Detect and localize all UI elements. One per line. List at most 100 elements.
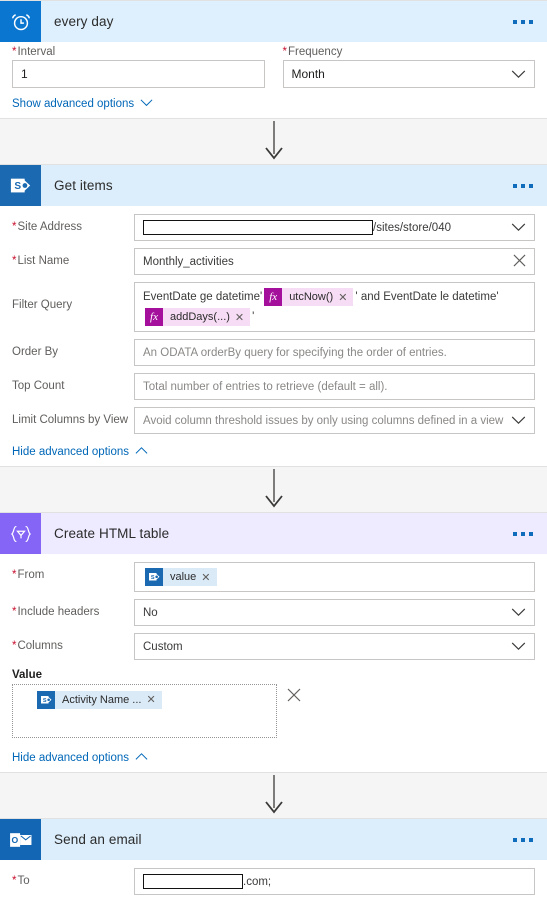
site-address-suffix: /sites/store/040 — [373, 221, 451, 234]
advanced-options-label: Hide advanced options — [12, 752, 129, 764]
filter-query-label: Filter Query — [12, 299, 73, 311]
connector-arrow — [0, 773, 547, 818]
step-title: Create HTML table — [54, 526, 170, 541]
list-name-label: List Name — [12, 248, 134, 268]
create-html-table-fields: From S value ✕ — [0, 554, 547, 748]
function-token-adddays[interactable]: fx addDays(...) ✕ — [145, 308, 251, 326]
columns-row: Columns Custom — [12, 633, 535, 660]
remove-value-icon[interactable] — [287, 684, 301, 707]
chevron-up-icon — [135, 752, 148, 764]
sharepoint-icon: S — [37, 690, 55, 709]
frequency-value: Month — [291, 67, 325, 81]
step-header-send-an-email[interactable]: O Send an email — [0, 819, 547, 860]
list-name-row: List Name Monthly_activities — [12, 248, 535, 275]
top-count-label: Top Count — [12, 380, 65, 392]
site-address-row: Site Address /sites/store/040 — [12, 214, 535, 241]
hide-advanced-options-link[interactable]: Hide advanced options — [0, 444, 547, 466]
data-operation-icon — [0, 513, 41, 554]
chevron-up-icon — [135, 446, 148, 458]
token-label: utcNow() — [289, 291, 334, 303]
order-by-row: Order By An ODATA orderBy query for spec… — [12, 339, 535, 366]
limit-columns-select[interactable]: Avoid column threshold issues by only us… — [134, 407, 535, 434]
flow-designer-canvas: every day Interval 1 Frequency Month — [0, 0, 547, 898]
frequency-select[interactable]: Month — [282, 60, 535, 88]
token-label: Activity Name ... — [62, 693, 142, 706]
step-title: every day — [54, 14, 114, 29]
filter-query-input[interactable]: EventDate ge datetime' fx utcNow() ✕ ' an… — [134, 282, 535, 332]
from-row: From S value ✕ — [12, 562, 535, 592]
chevron-down-icon[interactable] — [505, 416, 526, 425]
chevron-down-icon[interactable] — [505, 69, 526, 79]
connector-arrow — [0, 119, 547, 164]
connector-arrow — [0, 467, 547, 512]
close-icon[interactable]: ✕ — [146, 693, 155, 706]
close-icon[interactable]: ✕ — [338, 291, 347, 304]
function-token-utcnow[interactable]: fx utcNow() ✕ — [264, 288, 354, 306]
limit-columns-label: Limit Columns by View — [12, 414, 129, 426]
sharepoint-icon: S — [0, 165, 41, 206]
value-list-empty-row[interactable] — [17, 711, 272, 734]
sharepoint-icon: S — [145, 568, 163, 586]
advanced-options-label: Hide advanced options — [12, 446, 129, 458]
close-icon[interactable]: ✕ — [235, 311, 244, 324]
flow-step-send-an-email: O Send an email To .com; Subject Here ar… — [0, 818, 547, 898]
list-name-input[interactable]: Monthly_activities — [134, 248, 535, 275]
filter-part-text-2: ' and EventDate le datetime' — [355, 291, 499, 303]
svg-text:S: S — [42, 697, 46, 703]
ellipsis-menu[interactable] — [513, 531, 533, 536]
to-input[interactable]: .com; — [134, 868, 535, 895]
get-items-fields: Site Address /sites/store/040 List Name … — [0, 206, 547, 444]
flow-step-create-html-table: Create HTML table From S — [0, 512, 547, 773]
include-headers-value: No — [143, 606, 158, 619]
ellipsis-menu[interactable] — [513, 183, 533, 188]
frequency-group: Frequency Month — [282, 46, 536, 88]
send-an-email-fields: To .com; Subject Here are the monthly ac… — [0, 860, 547, 898]
site-address-input[interactable]: /sites/store/040 — [134, 214, 535, 241]
order-by-label: Order By — [12, 346, 59, 358]
close-icon[interactable] — [507, 254, 526, 270]
close-icon[interactable]: ✕ — [201, 571, 210, 584]
value-list-label: Value — [12, 669, 43, 681]
chevron-down-icon[interactable] — [505, 608, 526, 617]
chevron-down-icon[interactable] — [505, 223, 526, 232]
include-headers-row: Include headers No — [12, 599, 535, 626]
frequency-label: Frequency — [283, 46, 536, 58]
value-list-group: Value S Activity Name ... ✕ — [12, 667, 535, 738]
chevron-down-icon[interactable] — [505, 642, 526, 651]
dynamic-token-activity-name[interactable]: S Activity Name ... ✕ — [37, 690, 162, 709]
step-title: Get items — [54, 178, 113, 193]
value-list-item: S Activity Name ... ✕ — [17, 688, 272, 711]
step-header-trigger[interactable]: every day — [0, 1, 547, 42]
chevron-down-icon — [140, 98, 153, 110]
top-count-row: Top Count Total number of entries to ret… — [12, 373, 535, 400]
redacted-value — [143, 874, 243, 889]
step-header-create-html-table[interactable]: Create HTML table — [0, 513, 547, 554]
site-address-label: Site Address — [12, 214, 134, 234]
from-input[interactable]: S value ✕ — [134, 562, 535, 592]
to-suffix: .com; — [243, 875, 272, 888]
include-headers-select[interactable]: No — [134, 599, 535, 626]
token-label: value — [170, 571, 197, 583]
flow-step-get-items: S Get items Site Address /sites/store/04… — [0, 164, 547, 467]
top-count-input[interactable]: Total number of entries to retrieve (def… — [134, 373, 535, 400]
value-list-box[interactable]: S Activity Name ... ✕ — [12, 684, 277, 738]
show-advanced-options-link[interactable]: Show advanced options — [0, 90, 547, 118]
interval-input[interactable]: 1 — [12, 60, 265, 88]
ellipsis-menu[interactable] — [513, 837, 533, 842]
limit-columns-row: Limit Columns by View Avoid column thres… — [12, 407, 535, 434]
fx-icon: fx — [264, 288, 283, 306]
interval-group: Interval 1 — [12, 46, 265, 88]
columns-select[interactable]: Custom — [134, 633, 535, 660]
hide-advanced-options-link[interactable]: Hide advanced options — [0, 748, 547, 772]
redacted-value — [143, 220, 373, 235]
step-title: Send an email — [54, 832, 142, 847]
order-by-input[interactable]: An ODATA orderBy query for specifying th… — [134, 339, 535, 366]
to-label: To — [12, 868, 134, 888]
order-by-placeholder: An ODATA orderBy query for specifying th… — [143, 346, 447, 359]
dynamic-token-value[interactable]: S value ✕ — [145, 568, 217, 586]
token-label: addDays(...) — [170, 311, 230, 323]
flow-step-trigger: every day Interval 1 Frequency Month — [0, 0, 547, 119]
step-header-get-items[interactable]: S Get items — [0, 165, 547, 206]
ellipsis-menu[interactable] — [513, 19, 533, 24]
list-name-value: Monthly_activities — [143, 255, 234, 268]
